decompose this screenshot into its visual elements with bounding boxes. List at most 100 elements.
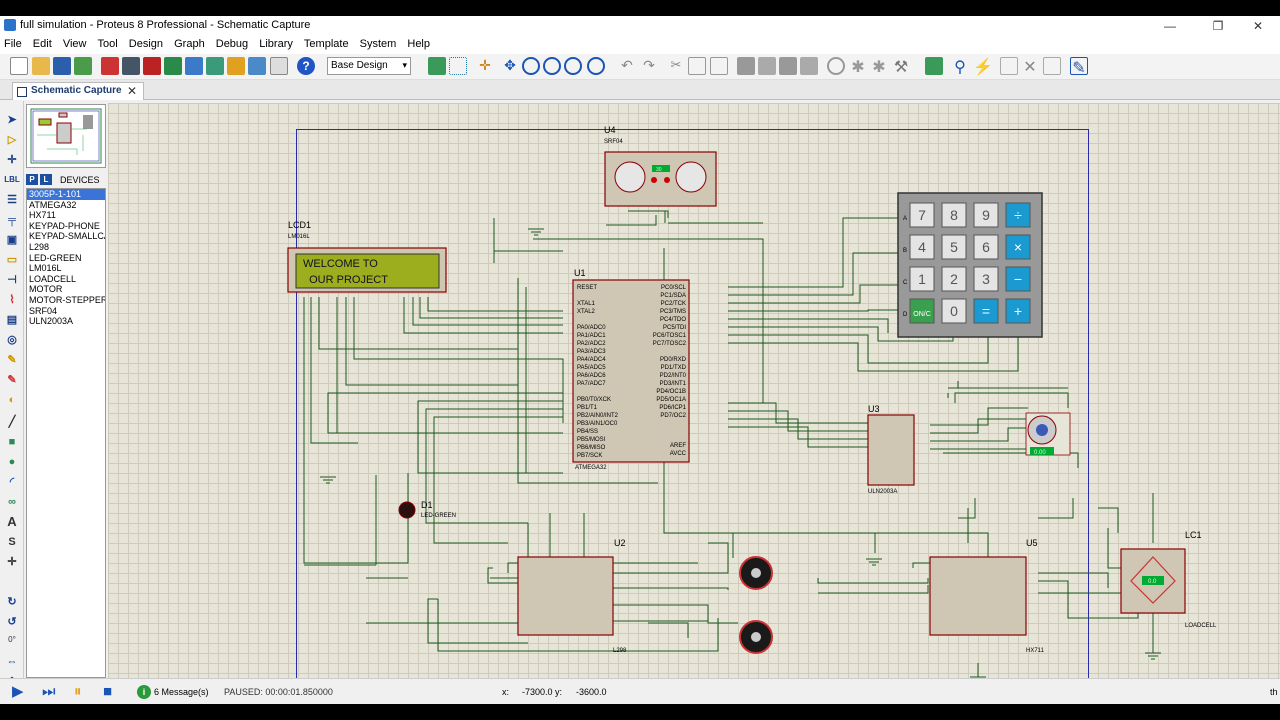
list-item[interactable]: MOTOR-STEPPER <box>27 295 105 306</box>
block-move-icon[interactable] <box>758 57 776 75</box>
pick-device-button[interactable]: P <box>26 174 38 185</box>
lcd-lm016l[interactable]: LCD1 LM016L WELCOME TO OUR PROJECT <box>287 220 447 293</box>
rotate-clockwise-icon[interactable]: ↻ <box>4 595 20 609</box>
line-tool-icon[interactable]: ╱ <box>4 415 20 429</box>
menu-library[interactable]: Library <box>255 36 297 50</box>
hx711-adc[interactable]: U5 HX711 <box>929 538 1045 654</box>
step-simulation-icon[interactable]: ⏭ <box>42 684 56 700</box>
exit-to-parent-icon[interactable] <box>1043 57 1061 75</box>
symbol-tool-icon[interactable]: S <box>4 535 20 549</box>
menu-design[interactable]: Design <box>125 36 167 50</box>
list-item[interactable]: L298 <box>27 242 105 253</box>
menu-help[interactable]: Help <box>403 36 434 50</box>
list-item[interactable]: LOADCELL <box>27 274 105 285</box>
play-simulation-icon[interactable]: ▶ <box>12 684 28 700</box>
list-item[interactable]: SRF04 <box>27 306 105 317</box>
srf04-ultrasonic-sensor[interactable]: U4 SRF04 30 <box>604 125 717 207</box>
buses-icon[interactable]: ╤ <box>4 213 20 227</box>
list-item[interactable]: ATMEGA32 <box>27 200 105 211</box>
copy-icon[interactable] <box>688 57 706 75</box>
paste-icon[interactable] <box>710 57 728 75</box>
help-icon[interactable]: ? <box>297 57 315 75</box>
menu-system[interactable]: System <box>356 36 401 50</box>
list-item[interactable]: MOTOR <box>27 284 105 295</box>
save-icon[interactable] <box>53 57 71 75</box>
dc-motor-2[interactable] <box>739 620 773 654</box>
motor-stepper[interactable]: 0.00 <box>1025 412 1071 456</box>
list-item[interactable]: LED-GREEN <box>27 253 105 264</box>
tape-recorder-icon[interactable]: ▤ <box>4 313 20 327</box>
keypad-phone[interactable]: 7 8 9 ÷ 4 5 6 × 1 2 3 − ON/C 0 = + A B C D <box>897 192 1043 338</box>
make-device-icon[interactable]: ✱ <box>849 57 867 76</box>
redo-icon[interactable]: ↷ <box>640 57 658 75</box>
block-copy-icon[interactable] <box>737 57 755 75</box>
bom-icon[interactable] <box>206 57 224 75</box>
marker-tool-icon[interactable]: ✛ <box>4 555 20 569</box>
rotate-anticlockwise-icon[interactable]: ↺ <box>4 615 20 629</box>
l298-motor-driver[interactable]: U2 L298 <box>517 538 627 654</box>
mirror-x-icon[interactable]: ⇔ <box>4 655 20 669</box>
menu-debug[interactable]: Debug <box>212 36 252 50</box>
notes-icon[interactable] <box>270 57 288 75</box>
virtual-instruments-icon[interactable]: ◐ <box>4 393 20 407</box>
device-pins-icon[interactable]: ⊣ <box>4 273 20 287</box>
voltage-probe-icon[interactable]: ✎ <box>4 353 20 367</box>
list-item[interactable]: KEYPAD-PHONE <box>27 221 105 232</box>
loadcell-lc1[interactable]: LC1 0.0 LOADCELL <box>1120 530 1217 629</box>
close-window-button[interactable]: ✕ <box>1236 16 1280 36</box>
list-item[interactable]: 3005P-1-101 <box>27 189 105 200</box>
minimize-button[interactable]: — <box>1148 16 1192 36</box>
block-delete-icon[interactable] <box>800 57 818 75</box>
schematic-icon[interactable] <box>122 57 140 75</box>
property-assignment-icon[interactable]: ⚡ <box>973 57 993 76</box>
netlist-icon[interactable] <box>248 57 266 75</box>
pan-icon[interactable]: ✥ <box>501 57 519 75</box>
uln2003a-driver[interactable]: U3 ULN2003A <box>867 404 915 495</box>
close-tab-icon[interactable]: ✕ <box>127 84 137 98</box>
pause-simulation-icon[interactable]: ⏸ <box>74 684 82 700</box>
bill-of-materials-icon[interactable]: ✎ <box>1070 57 1088 77</box>
rotation-angle[interactable]: 0° <box>4 633 20 647</box>
graph-mode-icon[interactable]: ⌇ <box>4 293 20 307</box>
list-item[interactable]: KEYPAD-SMALLCA <box>27 231 105 242</box>
menu-graph[interactable]: Graph <box>170 36 209 50</box>
dc-motor-1[interactable] <box>739 556 773 590</box>
list-item[interactable]: LM016L <box>27 263 105 274</box>
packaging-tool-icon[interactable]: ✱ <box>870 57 888 76</box>
menu-file[interactable]: File <box>0 36 26 50</box>
zoom-area-icon[interactable] <box>587 57 605 75</box>
design-variant-select[interactable]: Base Design ▾ <box>327 57 411 75</box>
terminals-icon[interactable]: ▭ <box>4 253 20 267</box>
remove-sheet-icon[interactable]: ✕ <box>1021 57 1039 76</box>
open-folder-icon[interactable] <box>32 57 50 75</box>
wire-autorouter-icon[interactable] <box>925 57 943 75</box>
selection-mode-icon[interactable]: ➤ <box>4 113 20 127</box>
wire-label-icon[interactable]: LBL <box>4 173 20 187</box>
zoom-out-icon[interactable] <box>543 57 561 75</box>
current-probe-icon[interactable]: ✎ <box>4 373 20 387</box>
cut-icon[interactable]: ✂ <box>667 57 685 75</box>
stop-simulation-icon[interactable]: ■ <box>103 684 112 700</box>
search-tag-icon[interactable]: ⚲ <box>951 57 969 76</box>
maximize-button[interactable]: ❐ <box>1196 16 1240 36</box>
undo-icon[interactable]: ↶ <box>618 57 636 75</box>
gerber-icon[interactable] <box>185 57 203 75</box>
text-tool-icon[interactable]: A <box>4 515 20 529</box>
menu-view[interactable]: View <box>59 36 91 50</box>
generator-icon[interactable]: ◎ <box>4 333 20 347</box>
subcircuit-icon[interactable]: ▣ <box>4 233 20 247</box>
import-icon[interactable] <box>74 57 92 75</box>
text-script-icon[interactable]: ☰ <box>4 193 20 207</box>
grid-toggle-icon[interactable] <box>449 57 467 75</box>
atmega32-microcontroller[interactable]: U1 ATMEGA32 RESET XTAL1 XTAL2 PA0/ADC0 PA1/A… <box>572 268 690 471</box>
led-green-d1[interactable]: D1 LED-GREEN <box>398 500 456 519</box>
3d-viewer-icon[interactable] <box>164 57 182 75</box>
tab-schematic-capture[interactable]: Schematic Capture ✕ <box>12 82 144 100</box>
refresh-icon[interactable] <box>428 57 446 75</box>
zoom-in-icon[interactable] <box>522 57 540 75</box>
list-item[interactable]: HX711 <box>27 210 105 221</box>
pick-device-icon[interactable] <box>827 57 845 75</box>
overview-window[interactable] <box>26 104 106 168</box>
component-mode-icon[interactable]: ▷ <box>4 133 20 147</box>
message-count[interactable]: 6 Message(s) <box>154 687 209 697</box>
